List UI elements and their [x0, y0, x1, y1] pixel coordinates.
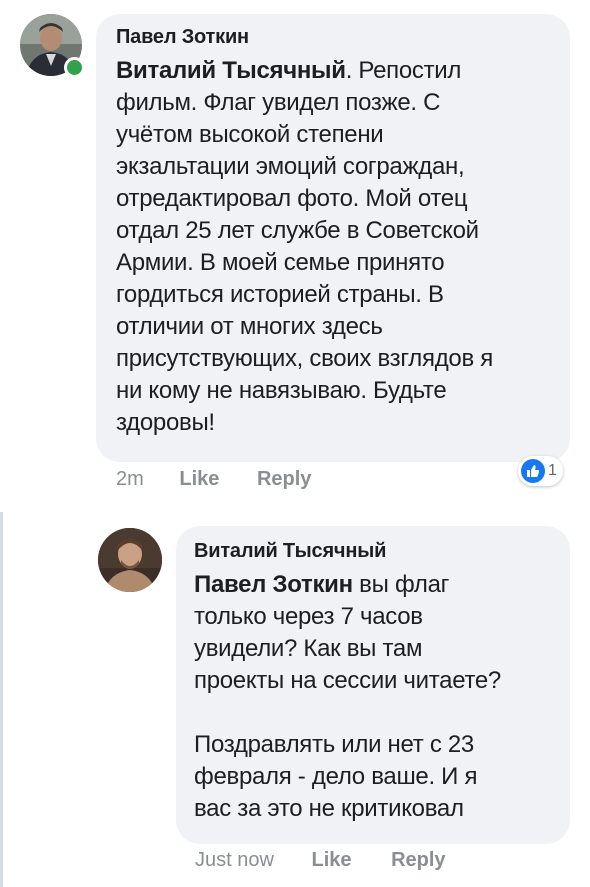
comment-timestamp[interactable]: 2m	[116, 468, 144, 491]
reply-thread-line	[0, 512, 3, 887]
avatar-vitaly[interactable]	[98, 528, 162, 592]
reaction-badge[interactable]: 1	[518, 456, 563, 486]
mention-link[interactable]: Виталий Тысячный	[116, 57, 346, 84]
like-thumb-icon	[521, 459, 545, 483]
reply-bubble: Виталий Тысячный Павел Зоткин вы флаг то…	[176, 526, 570, 844]
comment-author[interactable]: Павел Зоткин	[116, 26, 550, 49]
reply-button[interactable]: Reply	[257, 468, 311, 491]
reply-text: Павел Зоткин вы флаг только через 7 часо…	[194, 571, 501, 822]
reply-button[interactable]: Reply	[391, 849, 445, 872]
online-status-indicator	[64, 57, 85, 78]
like-button[interactable]: Like	[312, 849, 352, 872]
comment-bubble: Павел Зоткин Виталий Тысячный. Репостил …	[96, 14, 570, 462]
comment-text: Виталий Тысячный. Репостил фильм. Флаг у…	[116, 57, 493, 436]
reply-actions: Just now Like Reply	[195, 849, 446, 872]
comment-actions: 2m Like Reply	[116, 468, 311, 491]
mention-link[interactable]: Павел Зоткин	[194, 571, 353, 598]
reply-author[interactable]: Виталий Тысячный	[194, 540, 552, 563]
reply-timestamp[interactable]: Just now	[195, 849, 274, 872]
like-button[interactable]: Like	[179, 468, 219, 491]
reaction-count: 1	[548, 462, 557, 479]
